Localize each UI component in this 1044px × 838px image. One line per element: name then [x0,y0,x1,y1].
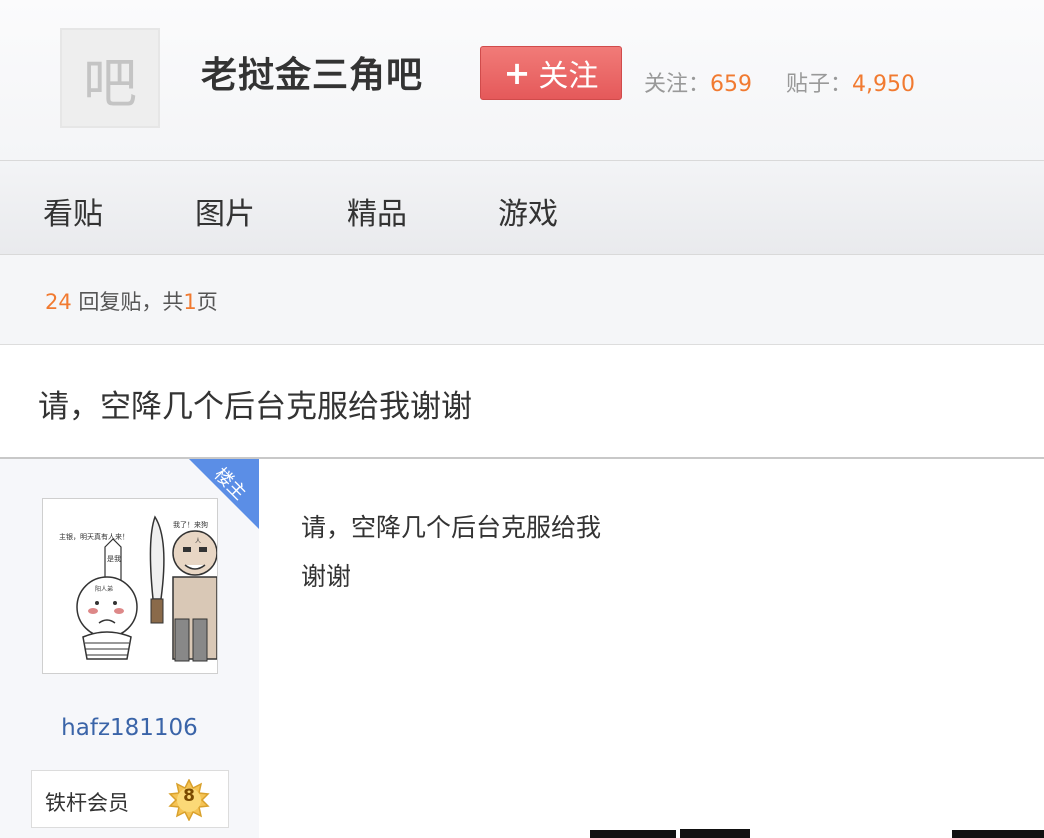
follow-stat-count: 659 [710,72,753,97]
post-content: 请，空降几个后台克服给我 谢谢 [301,503,661,601]
avatar-body-text: 阳人弟 [95,585,113,593]
reply-summary: 24 回复贴，共1页 [45,286,218,316]
follow-stat: 关注：659 [644,66,752,98]
avatar-sign-text: 是我 [107,554,121,563]
post-content-line: 请，空降几个后台克服给我 [301,513,602,542]
member-level: 8 [183,786,195,806]
forum-nav: 看贴 图片 精品 游戏 [0,161,1044,255]
forum-header: 吧 老挝金三角吧 + 关注 关注：659 贴子：4,950 [0,0,1044,161]
page-count: 1 [183,290,197,314]
op-badge: 楼主 [189,459,259,529]
tab-view-posts[interactable]: 看贴 [43,189,103,233]
page-unit: 页 [196,290,218,314]
member-badge[interactable]: 铁杆会员 8 [31,770,229,828]
post: 主银，明天真有人来！ 我了！来狗 是我 阳人弟 人 楼主 hafz181106 … [0,459,1044,838]
posts-stat-label: 贴子： [786,72,853,97]
thread-title-bar: 请，空降几个后台克服给我谢谢 [0,345,1044,459]
avatar-caption-left: 主银，明天真有人来！ [59,532,129,541]
svg-text:人: 人 [195,538,201,545]
reply-text: 回复贴，共 [71,290,184,314]
plus-icon: + [503,54,531,92]
posts-stat: 贴子：4,950 [786,66,915,98]
forum-logo[interactable]: 吧 [60,28,160,128]
reply-count: 24 [45,290,72,314]
posts-stat-count: 4,950 [852,72,915,97]
reply-summary-bar: 24 回复贴，共1页 [0,255,1044,345]
follow-button-label: 关注 [538,59,599,94]
post-content-line: 谢谢 [301,562,352,591]
tab-pictures[interactable]: 图片 [195,189,255,233]
post-image[interactable] [590,829,1044,838]
tab-games[interactable]: 游戏 [498,189,558,233]
follow-button[interactable]: + 关注 [480,46,622,100]
follow-stat-label: 关注： [644,72,711,97]
author-username[interactable]: hafz181106 [0,715,259,741]
forum-name[interactable]: 老挝金三角吧 [201,46,423,98]
tab-featured[interactable]: 精品 [347,189,407,233]
member-title: 铁杆会员 [45,791,129,815]
thread-title: 请，空降几个后台克服给我谢谢 [38,389,472,425]
author-column: 主银，明天真有人来！ 我了！来狗 是我 阳人弟 人 楼主 hafz181106 … [0,459,259,838]
